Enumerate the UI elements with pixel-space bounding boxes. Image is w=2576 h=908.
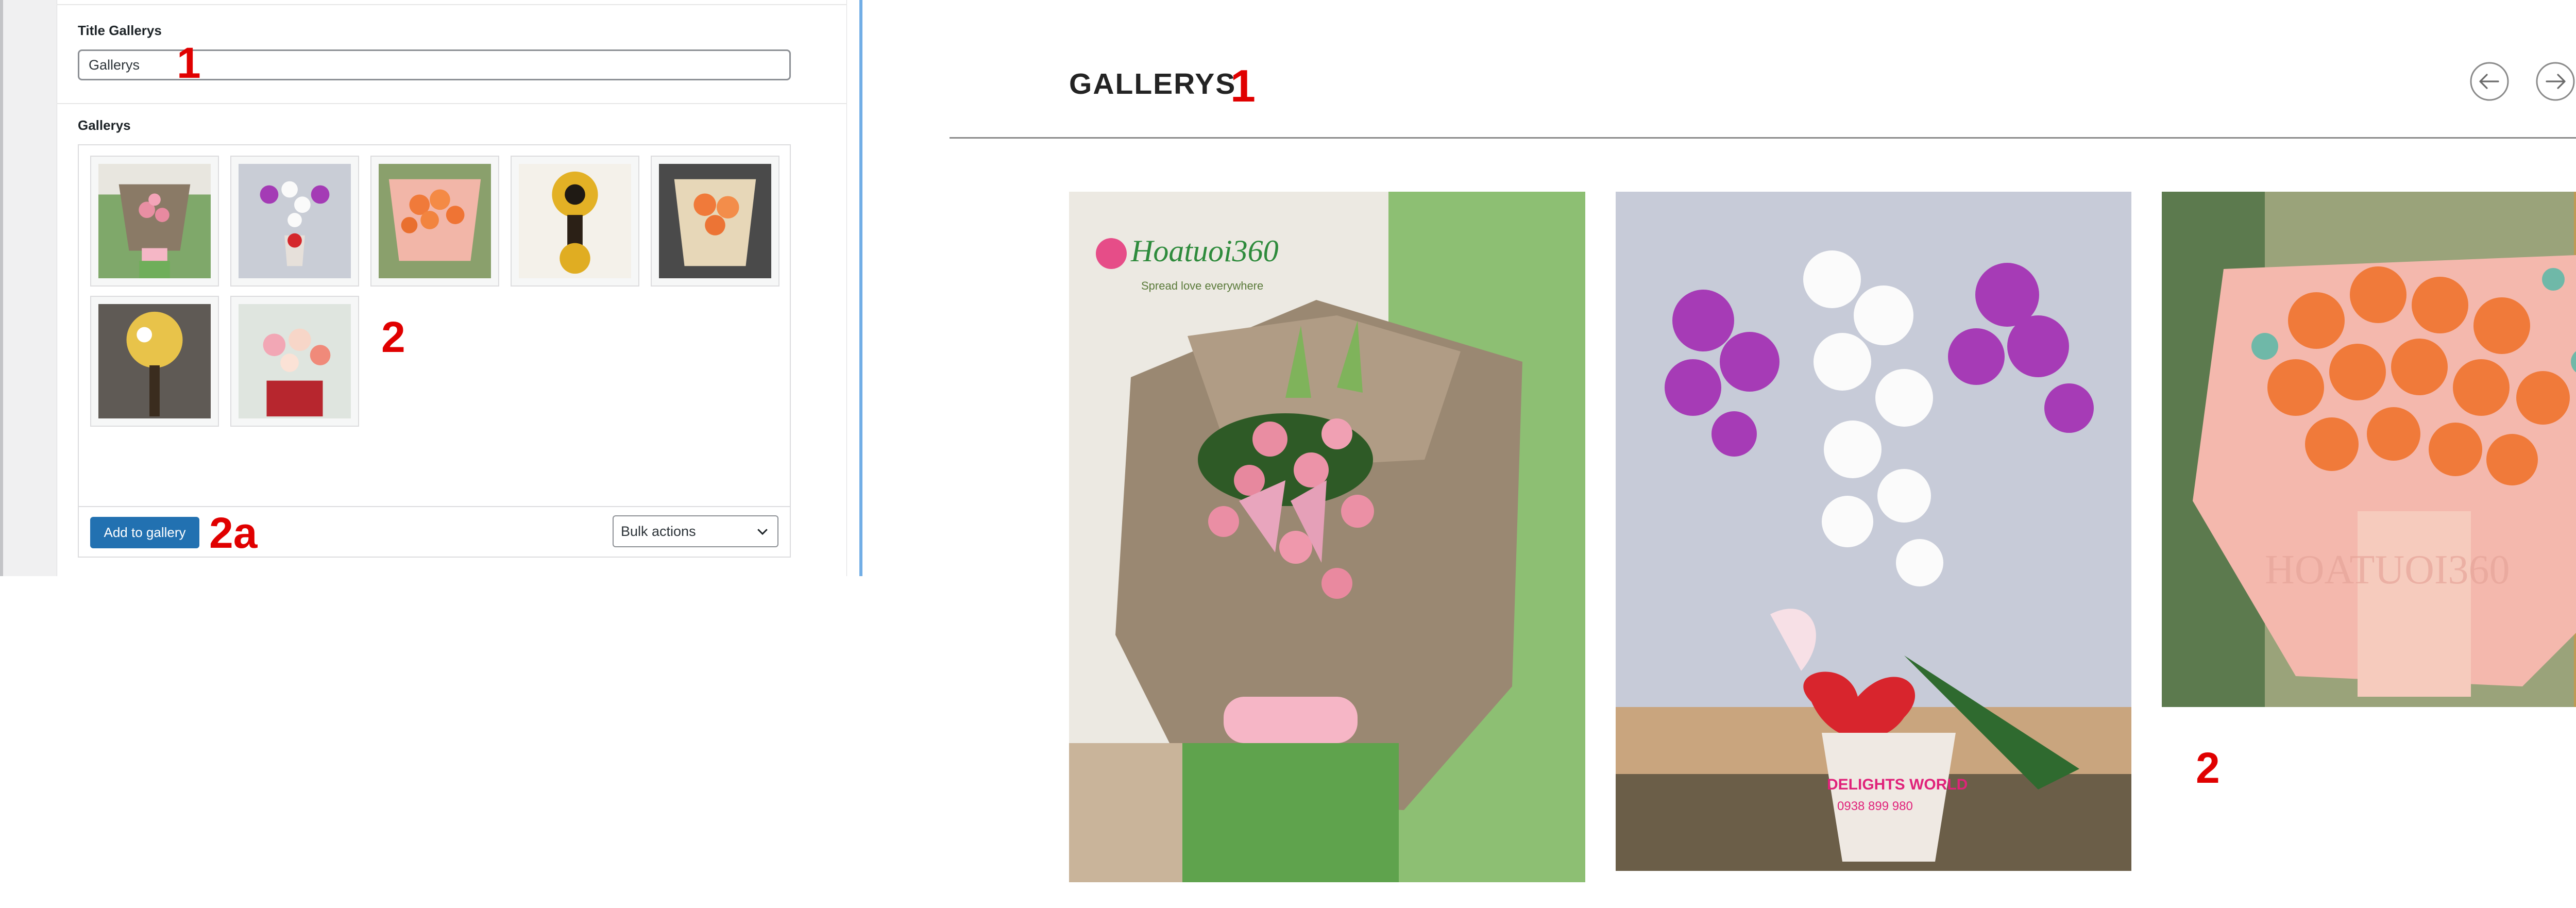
gallery-title: GALLERYS <box>1069 68 1236 100</box>
gallery-thumbnail[interactable] <box>230 156 359 287</box>
divider <box>57 4 847 5</box>
bouquet-pink-lily-image <box>98 164 211 278</box>
annotation-marker: 2 <box>381 313 405 361</box>
gallery-thumbnail[interactable] <box>230 296 359 427</box>
photo-tagline: Spread love everywhere <box>1141 279 1263 292</box>
orchid-purple-white-image <box>239 164 351 278</box>
photo-watermark: DELIGHTS WORLD <box>1827 776 1968 793</box>
bouquet-orange-roses-2-image <box>659 164 771 278</box>
gallery-thumbnail[interactable] <box>370 156 499 287</box>
title-gallerys-label: Title Gallerys <box>78 23 162 38</box>
bulk-actions-value: Bulk actions <box>621 523 696 539</box>
bulk-actions-select[interactable]: Bulk actions <box>613 515 778 547</box>
gallery-photo[interactable]: HOATUOI360 <box>2162 192 2576 707</box>
admin-panel: Title Gallerys Gallerys Gallerys Add to … <box>0 0 862 576</box>
gallery-photo[interactable]: DELIGHTS WORLD 0938 899 980 <box>1616 192 2131 871</box>
chevron-down-icon <box>757 529 768 535</box>
gallery-divider <box>950 137 2576 139</box>
gallery-footer-divider <box>79 506 790 507</box>
gallery-thumbnail[interactable] <box>90 156 219 287</box>
photo-watermark: Hoatuoi360 <box>1130 234 1279 268</box>
gallery-thumbnail[interactable] <box>651 156 779 287</box>
admin-left-edge <box>0 0 3 576</box>
bouquet-orange-roses-photo: HOATUOI360 <box>2162 192 2576 707</box>
page-edge <box>859 0 862 576</box>
gallery-thumbnail[interactable] <box>90 296 219 427</box>
arrow-left-circle-icon[interactable] <box>2469 61 2510 102</box>
bouquet-pink-lily-photo: Hoatuoi360 Spread love everywhere <box>1069 192 1585 882</box>
divider <box>57 103 847 104</box>
gallery-box: Add to gallery Bulk actions <box>78 144 791 558</box>
flower-basket-mixed-image <box>239 304 351 418</box>
photo-watermark: HOATUOI360 <box>2265 547 2510 593</box>
arrow-right-circle-icon[interactable] <box>2535 61 2575 102</box>
annotation-marker: 2a <box>209 509 258 557</box>
orchid-purple-white-photo: DELIGHTS WORLD 0938 899 980 <box>1616 192 2131 871</box>
photo-phone: 0938 899 980 <box>1837 799 1913 813</box>
annotation-marker: 1 <box>177 39 201 87</box>
add-to-gallery-button[interactable]: Add to gallery <box>90 517 199 548</box>
bouquet-orange-roses-image <box>379 164 491 278</box>
gallerys-label: Gallerys <box>78 117 131 133</box>
gallery-thumbnail[interactable] <box>511 156 639 287</box>
annotation-marker: 1 <box>1230 60 1256 111</box>
yellow-flower-stand-image <box>519 164 631 278</box>
yellow-flower-stand-2-image <box>98 304 211 418</box>
gallery-photo[interactable]: Hoatuoi360 Spread love everywhere <box>1069 192 1585 882</box>
annotation-marker: 2 <box>2196 744 2220 792</box>
